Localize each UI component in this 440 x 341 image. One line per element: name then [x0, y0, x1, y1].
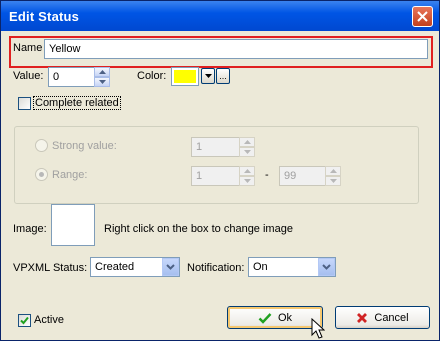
range-to-spinner[interactable] — [325, 166, 341, 186]
window-title: Edit Status — [9, 9, 80, 24]
spin-down-icon[interactable] — [325, 176, 341, 186]
color-swatch[interactable] — [171, 67, 199, 86]
active-checkbox[interactable] — [18, 314, 31, 327]
complete-related-label[interactable]: Complete related — [33, 96, 121, 110]
color-more-button[interactable]: ... — [216, 68, 230, 84]
active-label: Active — [34, 314, 64, 326]
strong-value-spinner[interactable] — [239, 137, 255, 157]
value-input[interactable]: 0 — [48, 67, 96, 87]
spin-up-icon[interactable] — [325, 166, 341, 176]
value-spinner[interactable] — [94, 67, 110, 87]
range-from-spinner[interactable] — [239, 166, 255, 186]
checkmark-icon — [258, 312, 272, 324]
cancel-button[interactable]: Cancel — [335, 306, 430, 329]
checkmark-icon — [20, 316, 29, 325]
spin-down-icon[interactable] — [239, 147, 255, 157]
notification-dropdown-button[interactable] — [318, 258, 335, 276]
range-radio[interactable] — [35, 168, 48, 181]
chevron-down-icon — [204, 74, 212, 78]
notification-value: On — [253, 261, 268, 273]
notification-label: Notification: — [187, 262, 245, 274]
name-label: Name — [13, 42, 43, 54]
dialog-body: Name Yellow Value: 0 Color: ... Complete… — [4, 31, 436, 339]
complete-related-checkbox[interactable] — [18, 97, 31, 110]
chevron-down-icon — [322, 264, 331, 270]
image-box[interactable] — [51, 204, 95, 246]
chevron-down-icon — [166, 264, 175, 270]
image-label: Image: — [13, 223, 47, 235]
cancel-x-icon — [357, 312, 368, 323]
color-dropdown-button[interactable] — [201, 68, 215, 84]
cancel-label: Cancel — [374, 311, 409, 324]
spin-down-icon[interactable] — [239, 176, 255, 186]
vpxml-status-value: Created — [95, 261, 135, 273]
strong-value-input[interactable]: 1 — [191, 137, 241, 157]
ok-button[interactable]: Ok — [227, 306, 323, 329]
color-swatch-fill — [174, 70, 196, 83]
close-icon — [417, 11, 428, 22]
notification-select[interactable]: On — [248, 257, 336, 277]
range-from-input[interactable]: 1 — [191, 166, 241, 186]
title-bar[interactable]: Edit Status — [1, 1, 439, 31]
mouse-cursor-icon — [311, 318, 325, 339]
range-to-input[interactable]: 99 — [279, 166, 327, 186]
name-input[interactable]: Yellow — [44, 39, 428, 59]
vpxml-status-label: VPXML Status: — [13, 262, 88, 274]
radio-dot-icon — [39, 172, 44, 177]
ok-label: Ok — [277, 311, 293, 324]
spin-down-icon[interactable] — [94, 77, 110, 87]
strong-value-label: Strong value: — [52, 140, 117, 152]
range-label: Range: — [52, 169, 88, 181]
spin-up-icon[interactable] — [239, 166, 255, 176]
spin-up-icon[interactable] — [239, 137, 255, 147]
value-label: Value: — [13, 70, 44, 82]
range-separator: - — [265, 169, 269, 181]
image-hint: Right click on the box to change image — [104, 223, 293, 235]
edit-status-dialog: Edit Status Name Yellow Value: 0 Color: … — [0, 0, 440, 341]
close-button[interactable] — [412, 6, 433, 27]
color-label: Color: — [137, 70, 167, 82]
vpxml-status-dropdown-button[interactable] — [162, 258, 179, 276]
spin-up-icon[interactable] — [94, 67, 110, 77]
vpxml-status-select[interactable]: Created — [90, 257, 180, 277]
strong-value-radio[interactable] — [35, 139, 48, 152]
